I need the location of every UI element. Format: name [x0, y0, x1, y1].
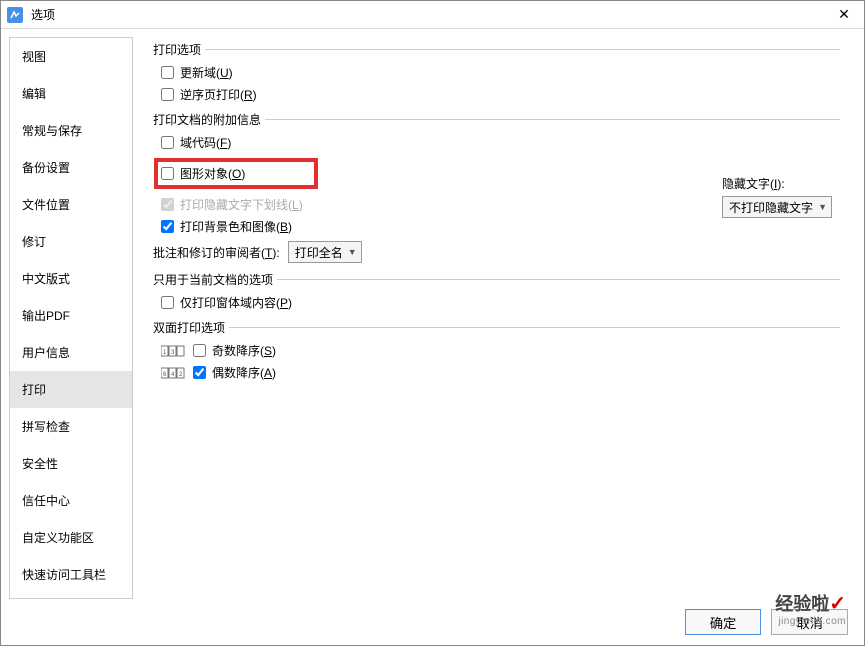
checkbox-label: 图形对象(O) — [180, 165, 245, 182]
footer: 确定 取消 经验啦✓ jingyanla.com — [1, 599, 864, 645]
checkbox-label: 更新域(U) — [180, 64, 233, 81]
group-title: 打印选项 — [153, 41, 201, 58]
chevron-down-icon: ▼ — [818, 202, 827, 212]
sidebar-item-11[interactable]: 安全性 — [10, 445, 132, 482]
checkbox-form-fields[interactable]: 仅打印窗体域内容(P) — [161, 294, 840, 311]
checkbox-input[interactable] — [161, 296, 174, 309]
checkbox-input[interactable] — [193, 344, 206, 357]
sidebar-item-0[interactable]: 视图 — [10, 38, 132, 75]
checkbox-update-fields[interactable]: 更新域(U) — [161, 64, 840, 81]
checkbox-even-desc[interactable]: 642 偶数降序(A) — [161, 364, 840, 381]
checkbox-label: 打印背景色和图像(B) — [180, 218, 292, 235]
group-duplex: 双面打印选项 13 奇数降序(S) 642 偶数降序(A) — [153, 319, 840, 381]
sidebar-item-12[interactable]: 信任中心 — [10, 482, 132, 519]
sidebar-item-6[interactable]: 中文版式 — [10, 260, 132, 297]
divider — [205, 49, 840, 50]
checkbox-label: 偶数降序(A) — [212, 364, 276, 381]
group-title: 只用于当前文档的选项 — [153, 271, 273, 288]
sidebar-item-9[interactable]: 打印 — [10, 371, 132, 408]
content-panel: 打印选项 更新域(U) 逆序页打印(R) 打印文档的附加信息 域代码(F) — [133, 37, 856, 599]
checkbox-label: 逆序页打印(R) — [180, 86, 257, 103]
svg-text:1: 1 — [163, 350, 167, 356]
hidden-text-select[interactable]: 不打印隐藏文字 ▼ — [722, 196, 832, 218]
options-dialog: 选项 ✕ 视图编辑常规与保存备份设置文件位置修订中文版式输出PDF用户信息打印拼… — [0, 0, 865, 646]
checkbox-odd-desc[interactable]: 13 奇数降序(S) — [161, 342, 840, 359]
sidebar: 视图编辑常规与保存备份设置文件位置修订中文版式输出PDF用户信息打印拼写检查安全… — [9, 37, 133, 599]
sidebar-item-8[interactable]: 用户信息 — [10, 334, 132, 371]
sidebar-item-3[interactable]: 备份设置 — [10, 149, 132, 186]
checkbox-graphics[interactable]: 图形对象(O) — [157, 161, 315, 186]
sidebar-item-4[interactable]: 文件位置 — [10, 186, 132, 223]
svg-text:6: 6 — [163, 372, 167, 378]
body: 视图编辑常规与保存备份设置文件位置修订中文版式输出PDF用户信息打印拼写检查安全… — [1, 29, 864, 599]
ok-button[interactable]: 确定 — [685, 609, 762, 635]
checkbox-label: 打印隐藏文字下划线(L) — [180, 196, 303, 213]
reviewer-row: 批注和修订的审阅者(T): 打印全名 ▼ — [153, 241, 840, 263]
even-pages-icon: 642 — [161, 365, 185, 381]
svg-text:2: 2 — [179, 372, 183, 378]
checkbox-label: 域代码(F) — [180, 134, 231, 151]
group-print-options: 打印选项 更新域(U) 逆序页打印(R) — [153, 41, 840, 103]
divider — [277, 279, 840, 280]
hidden-text-label: 隐藏文字(I): — [722, 175, 832, 192]
checkbox-reverse-print[interactable]: 逆序页打印(R) — [161, 86, 840, 103]
select-value: 不打印隐藏文字 — [729, 199, 813, 216]
sidebar-item-5[interactable]: 修订 — [10, 223, 132, 260]
sidebar-item-2[interactable]: 常规与保存 — [10, 112, 132, 149]
odd-pages-icon: 13 — [161, 343, 185, 359]
sidebar-item-10[interactable]: 拼写检查 — [10, 408, 132, 445]
checkbox-background[interactable]: 打印背景色和图像(B) — [161, 218, 840, 235]
app-icon — [7, 7, 23, 23]
sidebar-item-13[interactable]: 自定义功能区 — [10, 519, 132, 556]
cancel-button[interactable]: 取消 — [771, 609, 848, 635]
svg-text:3: 3 — [171, 350, 175, 356]
group-current-doc: 只用于当前文档的选项 仅打印窗体域内容(P) — [153, 271, 840, 311]
reviewer-select[interactable]: 打印全名 ▼ — [288, 241, 362, 263]
svg-text:4: 4 — [171, 372, 175, 378]
group-title: 打印文档的附加信息 — [153, 111, 261, 128]
checkbox-input[interactable] — [161, 66, 174, 79]
close-button[interactable]: ✕ — [830, 1, 858, 29]
window-title: 选项 — [31, 6, 830, 23]
checkbox-input[interactable] — [161, 88, 174, 101]
titlebar: 选项 ✕ — [1, 1, 864, 29]
checkbox-input — [161, 198, 174, 211]
checkbox-input[interactable] — [161, 220, 174, 233]
checkbox-input[interactable] — [161, 136, 174, 149]
reviewer-label: 批注和修订的审阅者(T): — [153, 244, 280, 261]
sidebar-item-14[interactable]: 快速访问工具栏 — [10, 556, 132, 593]
divider — [265, 119, 840, 120]
hidden-text-option: 隐藏文字(I): 不打印隐藏文字 ▼ — [722, 175, 832, 218]
checkbox-input[interactable] — [193, 366, 206, 379]
chevron-down-icon: ▼ — [348, 247, 357, 257]
checkbox-label: 仅打印窗体域内容(P) — [180, 294, 292, 311]
divider — [229, 327, 840, 328]
sidebar-item-1[interactable]: 编辑 — [10, 75, 132, 112]
checkbox-input[interactable] — [161, 167, 174, 180]
group-title: 双面打印选项 — [153, 319, 225, 336]
checkbox-field-codes[interactable]: 域代码(F) — [161, 134, 840, 151]
sidebar-item-7[interactable]: 输出PDF — [10, 297, 132, 334]
checkbox-label: 奇数降序(S) — [212, 342, 276, 359]
select-value: 打印全名 — [295, 244, 343, 261]
